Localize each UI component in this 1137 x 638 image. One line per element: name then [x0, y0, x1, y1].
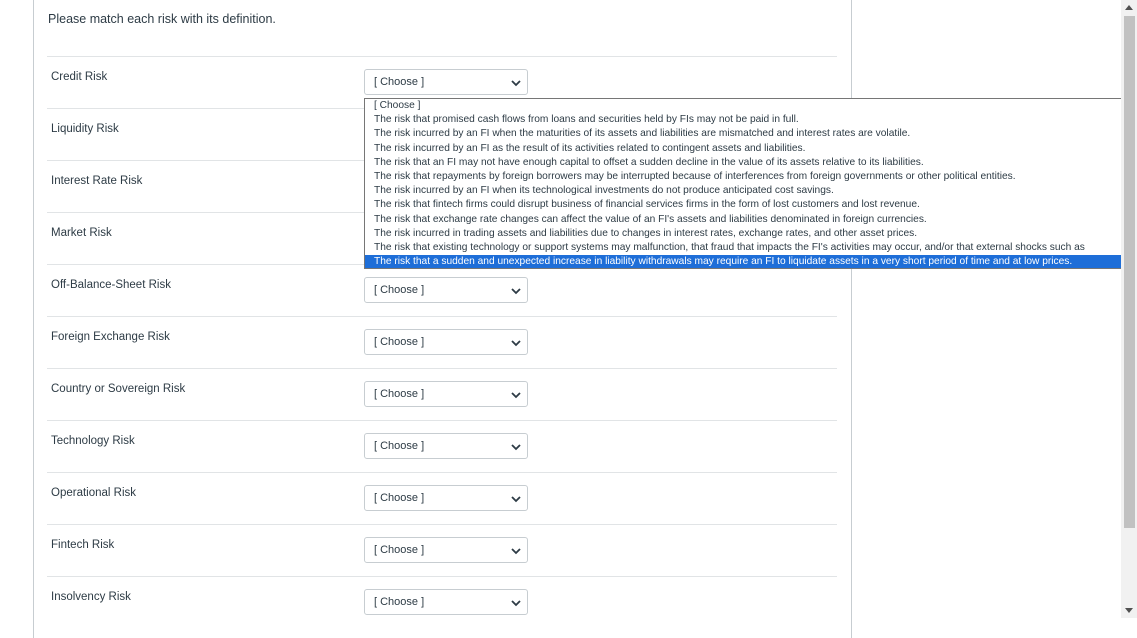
dropdown-option[interactable]: The risk incurred by an FI when its tech…	[365, 184, 1137, 198]
definition-select[interactable]: [ Choose ]	[364, 537, 528, 563]
definition-select[interactable]: [ Choose ]	[364, 589, 528, 615]
page-scrollbar[interactable]	[1121, 0, 1137, 618]
row-divider	[47, 316, 837, 317]
chevron-down-icon	[511, 600, 521, 607]
select-value: [ Choose ]	[374, 544, 425, 556]
dropdown-option[interactable]: The risk that repayments by foreign borr…	[365, 170, 1137, 184]
select-value: [ Choose ]	[374, 76, 425, 88]
dropdown-option[interactable]: [ Choose ]	[365, 99, 1137, 113]
chevron-down-icon	[511, 548, 521, 555]
dropdown-option[interactable]: The risk that existing technology or sup…	[365, 241, 1137, 255]
dropdown-option[interactable]: The risk that exchange rate changes can …	[365, 213, 1137, 227]
select-value: [ Choose ]	[374, 336, 425, 348]
definition-select[interactable]: [ Choose ]	[364, 485, 528, 511]
select-value: [ Choose ]	[374, 284, 425, 296]
chevron-down-icon	[511, 496, 521, 503]
chevron-down-icon	[511, 288, 521, 295]
definition-select[interactable]: [ Choose ]	[364, 329, 528, 355]
select-value: [ Choose ]	[374, 440, 425, 452]
chevron-down-icon	[511, 80, 521, 87]
chevron-down-icon	[511, 340, 521, 347]
select-value: [ Choose ]	[374, 388, 425, 400]
definition-select[interactable]: [ Choose ]	[364, 69, 528, 95]
dropdown-option[interactable]: The risk that an FI may not have enough …	[365, 156, 1137, 170]
risk-label: Interest Rate Risk	[51, 175, 143, 187]
risk-label: Operational Risk	[51, 487, 137, 499]
row-divider	[47, 472, 837, 473]
select-value: [ Choose ]	[374, 596, 425, 608]
risk-label: Market Risk	[51, 227, 112, 239]
row-divider	[47, 420, 837, 421]
risk-label: Fintech Risk	[51, 539, 115, 551]
risk-label: Technology Risk	[51, 435, 135, 447]
risk-label: Country or Sovereign Risk	[51, 383, 186, 395]
dropdown-option[interactable]: The risk incurred in trading assets and …	[365, 227, 1137, 241]
dropdown-option[interactable]: The risk that fintech firms could disrup…	[365, 198, 1137, 212]
chevron-down-icon	[511, 392, 521, 399]
scrollbar-thumb[interactable]	[1124, 16, 1135, 528]
row-divider	[47, 576, 837, 577]
risk-label: Off-Balance-Sheet Risk	[51, 279, 171, 291]
definition-select[interactable]: [ Choose ]	[364, 277, 528, 303]
question-prompt: Please match each risk with its definiti…	[48, 12, 276, 26]
row-divider	[47, 524, 837, 525]
dropdown-option[interactable]: The risk that promised cash flows from l…	[365, 113, 1137, 127]
risk-label: Insolvency Risk	[51, 591, 131, 603]
risk-label: Credit Risk	[51, 71, 108, 83]
definition-dropdown-list[interactable]: [ Choose ] The risk that promised cash fl…	[364, 98, 1137, 269]
dropdown-option[interactable]: The risk incurred by an FI when the matu…	[365, 127, 1137, 141]
definition-select[interactable]: [ Choose ]	[364, 433, 528, 459]
dropdown-option[interactable]: The risk that a sudden and unexpected in…	[365, 255, 1137, 268]
definition-select[interactable]: [ Choose ]	[364, 381, 528, 407]
risk-label: Foreign Exchange Risk	[51, 331, 170, 343]
row-divider	[47, 56, 837, 57]
arrow-down-icon[interactable]	[1125, 606, 1133, 614]
arrow-up-icon[interactable]	[1125, 4, 1133, 12]
dropdown-option[interactable]: The risk incurred by an FI as the result…	[365, 142, 1137, 156]
chevron-down-icon	[511, 444, 521, 451]
risk-label: Liquidity Risk	[51, 123, 119, 135]
select-value: [ Choose ]	[374, 492, 425, 504]
row-divider	[47, 368, 837, 369]
